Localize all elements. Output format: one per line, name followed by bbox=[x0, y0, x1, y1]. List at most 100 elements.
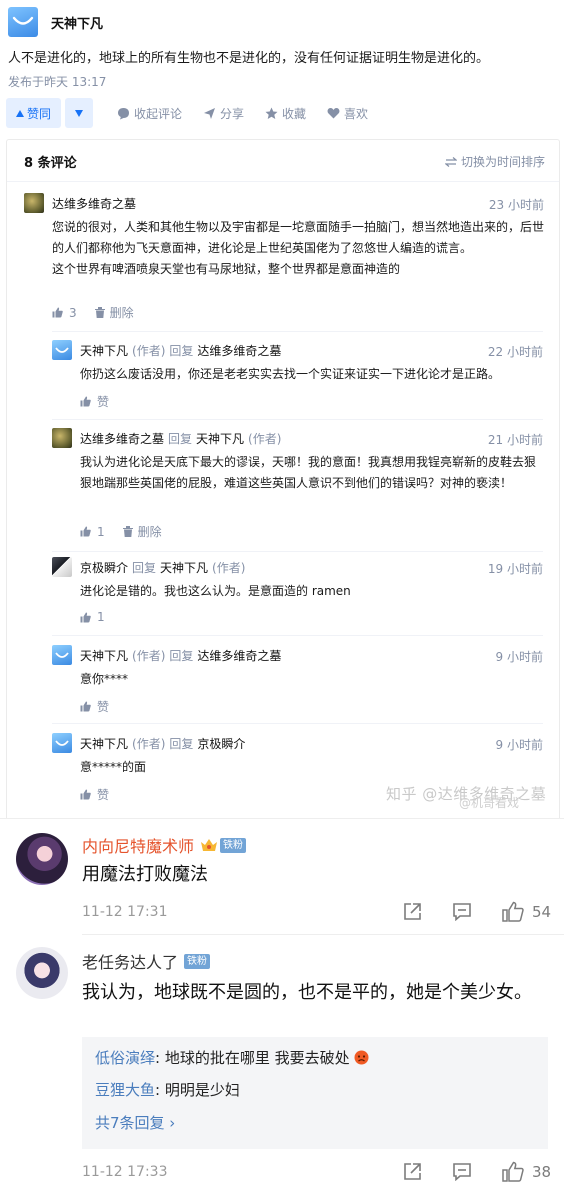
author-tag: (作者) bbox=[132, 736, 166, 751]
forward-button[interactable] bbox=[402, 1162, 422, 1182]
like-label: 喜欢 bbox=[344, 106, 369, 121]
commenter-name[interactable]: 天神下凡 bbox=[80, 735, 128, 752]
weibo-avatar[interactable] bbox=[16, 833, 68, 885]
collapse-comments-button[interactable]: 收起评论 bbox=[117, 105, 182, 122]
commenter-avatar[interactable] bbox=[52, 645, 72, 665]
thumb-up-icon bbox=[80, 701, 91, 712]
weibo-avatar[interactable] bbox=[16, 947, 68, 999]
author-avatar[interactable] bbox=[8, 7, 38, 37]
commenter-avatar[interactable] bbox=[52, 428, 72, 448]
comment-like-button[interactable]: 3 bbox=[52, 306, 77, 320]
comment-body: 意*****的面 bbox=[80, 760, 147, 774]
forward-button[interactable] bbox=[402, 902, 422, 922]
upvote-button[interactable]: 赞同 bbox=[6, 98, 61, 128]
reply-to-name[interactable]: 天神下凡 bbox=[196, 430, 244, 447]
weibo-username[interactable]: 老任务达人了 bbox=[82, 949, 178, 973]
divider bbox=[52, 419, 543, 420]
author-tag: (作者) bbox=[132, 343, 166, 358]
switch-icon bbox=[444, 156, 457, 167]
commenter-name[interactable]: 天神下凡 bbox=[80, 647, 128, 664]
sort-toggle[interactable]: 切换为时间排序 bbox=[444, 153, 545, 170]
comment-delete-button[interactable]: 删除 bbox=[122, 523, 162, 540]
reply-to-name[interactable]: 达维多维奇之墓 bbox=[197, 647, 281, 664]
comment-delete-label: 删除 bbox=[137, 525, 162, 539]
commenter-avatar[interactable] bbox=[24, 193, 44, 213]
thumb-up-icon bbox=[80, 612, 91, 622]
reply-button[interactable] bbox=[452, 902, 472, 921]
commenter-name[interactable]: 达维多维奇之墓 bbox=[80, 430, 164, 447]
answer-actions: 赞同 收起评论 分享 收藏 喜欢 bbox=[6, 98, 368, 128]
collapse-comments-label: 收起评论 bbox=[134, 106, 183, 121]
reply-author[interactable]: 豆狸大鱼 bbox=[95, 1081, 155, 1099]
publish-time: 发布于昨天 13:17 bbox=[8, 75, 107, 89]
commenter-avatar[interactable] bbox=[52, 733, 72, 753]
reply-to-name[interactable]: 天神下凡 bbox=[160, 559, 208, 576]
more-replies-link[interactable]: 共7条回复 › bbox=[95, 1112, 175, 1133]
author-tag: (作者) bbox=[248, 431, 282, 446]
comment-like-button[interactable]: 赞 bbox=[80, 393, 109, 410]
sort-toggle-label: 切换为时间排序 bbox=[460, 155, 545, 169]
weibo-watermark: @机哥看戏 bbox=[459, 796, 520, 810]
comment-like-button[interactable]: 1 bbox=[80, 610, 105, 624]
comment-body: 意你**** bbox=[80, 672, 129, 686]
comment-head: 天神下凡 (作者) 回复 达维多维奇之墓 bbox=[52, 645, 281, 665]
comment-body: 您说的很对，人类和其他生物以及宇宙都是一坨意面随手一拍脑门，想当然地造出来的，后… bbox=[52, 217, 544, 280]
comment-head: 天神下凡 (作者) 回复 京极瞬介 bbox=[52, 733, 245, 753]
fans-badge: 铁粉 bbox=[184, 953, 211, 969]
fans-badge: 铁粉 bbox=[220, 837, 247, 853]
commenter-name[interactable]: 京极瞬介 bbox=[80, 559, 128, 576]
favorite-label: 收藏 bbox=[282, 106, 307, 121]
weibo-comment-text: 用魔法打败魔法 bbox=[82, 864, 208, 885]
trash-icon bbox=[94, 307, 105, 318]
comment-time: 19 小时前 bbox=[487, 562, 543, 576]
comment-like-button[interactable]: 1 bbox=[80, 525, 105, 539]
reply-to-name[interactable]: 京极瞬介 bbox=[197, 735, 245, 752]
reply-preview-item: 低俗演绎: 地球的批在哪里 我要去破处 bbox=[95, 1047, 369, 1068]
comment-item: 达维多维奇之墓 回复 天神下凡 (作者) 21 小时前 我认为进化论是天底下最大… bbox=[52, 428, 543, 543]
reply-to-name[interactable]: 达维多维奇之墓 bbox=[197, 342, 281, 359]
commenter-name[interactable]: 天神下凡 bbox=[80, 342, 128, 359]
weibo-actions: 54 bbox=[402, 901, 551, 922]
weibo-username[interactable]: 内向尼特魔术师 bbox=[82, 833, 194, 857]
reply-author[interactable]: 低俗演绎 bbox=[95, 1049, 155, 1067]
favorite-button[interactable]: 收藏 bbox=[265, 105, 306, 122]
like-button[interactable]: 54 bbox=[502, 901, 551, 922]
weibo-username-row: 内向尼特魔术师 铁粉 bbox=[82, 833, 247, 857]
reply-text: : 地球的批在哪里 我要去破处 bbox=[155, 1049, 350, 1067]
comment-item: 达维多维奇之墓 23 小时前 您说的很对，人类和其他生物以及宇宙都是一坨意面随手… bbox=[24, 193, 544, 323]
downvote-button[interactable] bbox=[65, 98, 93, 128]
author-name[interactable]: 天神下凡 bbox=[51, 13, 103, 32]
commenter-avatar[interactable] bbox=[52, 340, 72, 360]
comment-like-count: 1 bbox=[97, 610, 105, 624]
commenter-name[interactable]: 达维多维奇之墓 bbox=[52, 195, 136, 212]
comment-like-button[interactable]: 赞 bbox=[80, 698, 109, 715]
weibo-comment-list: 内向尼特魔术师 铁粉 用魔法打败魔法 11-12 17:31 54 老任务达人了… bbox=[0, 818, 564, 1189]
comment-like-label: 赞 bbox=[97, 700, 110, 714]
comment-item: 天神下凡 (作者) 回复 达维多维奇之墓 9 小时前 意你**** 赞 bbox=[52, 645, 543, 715]
comment-item: 天神下凡 (作者) 回复 达维多维奇之墓 22 小时前 你扔这么废话没用，你还是… bbox=[52, 340, 543, 410]
answer-text: 人不是进化的，地球上的所有生物也不是进化的，没有任何证据证明生物是进化的。 bbox=[8, 51, 490, 66]
forward-icon bbox=[404, 1162, 421, 1180]
comment-icon bbox=[453, 903, 471, 921]
comment-footer: 1 bbox=[80, 610, 105, 624]
like-button[interactable]: 38 bbox=[502, 1161, 551, 1182]
comment-count: 8 条评论 bbox=[24, 156, 77, 171]
comment-delete-button[interactable]: 删除 bbox=[94, 304, 134, 321]
commenter-avatar[interactable] bbox=[52, 557, 72, 577]
share-button[interactable]: 分享 bbox=[203, 105, 244, 122]
weibo-username-row: 老任务达人了 铁粉 bbox=[82, 949, 211, 973]
answer-author[interactable]: 天神下凡 bbox=[8, 6, 103, 38]
reply-button[interactable] bbox=[452, 1162, 472, 1181]
share-icon bbox=[204, 107, 216, 119]
heart-icon bbox=[327, 108, 340, 119]
comment-text: 您说的很对，人类和其他生物以及宇宙都是一坨意面随手一拍脑门，想当然地造出来的，后… bbox=[52, 220, 545, 255]
reply-preview-box[interactable]: 低俗演绎: 地球的批在哪里 我要去破处 豆狸大鱼: 明明是少妇 共7条回复 › bbox=[82, 1037, 548, 1149]
smile-icon bbox=[55, 651, 69, 658]
triangle-up-icon bbox=[15, 109, 24, 117]
comment-like-button[interactable]: 赞 bbox=[80, 786, 109, 803]
angry-face-emoji-icon bbox=[354, 1050, 369, 1065]
smile-icon bbox=[55, 346, 69, 353]
like-button[interactable]: 喜欢 bbox=[327, 105, 368, 122]
comment-time: 9 小时前 bbox=[495, 650, 543, 664]
reply-word: 回复 bbox=[169, 736, 194, 751]
